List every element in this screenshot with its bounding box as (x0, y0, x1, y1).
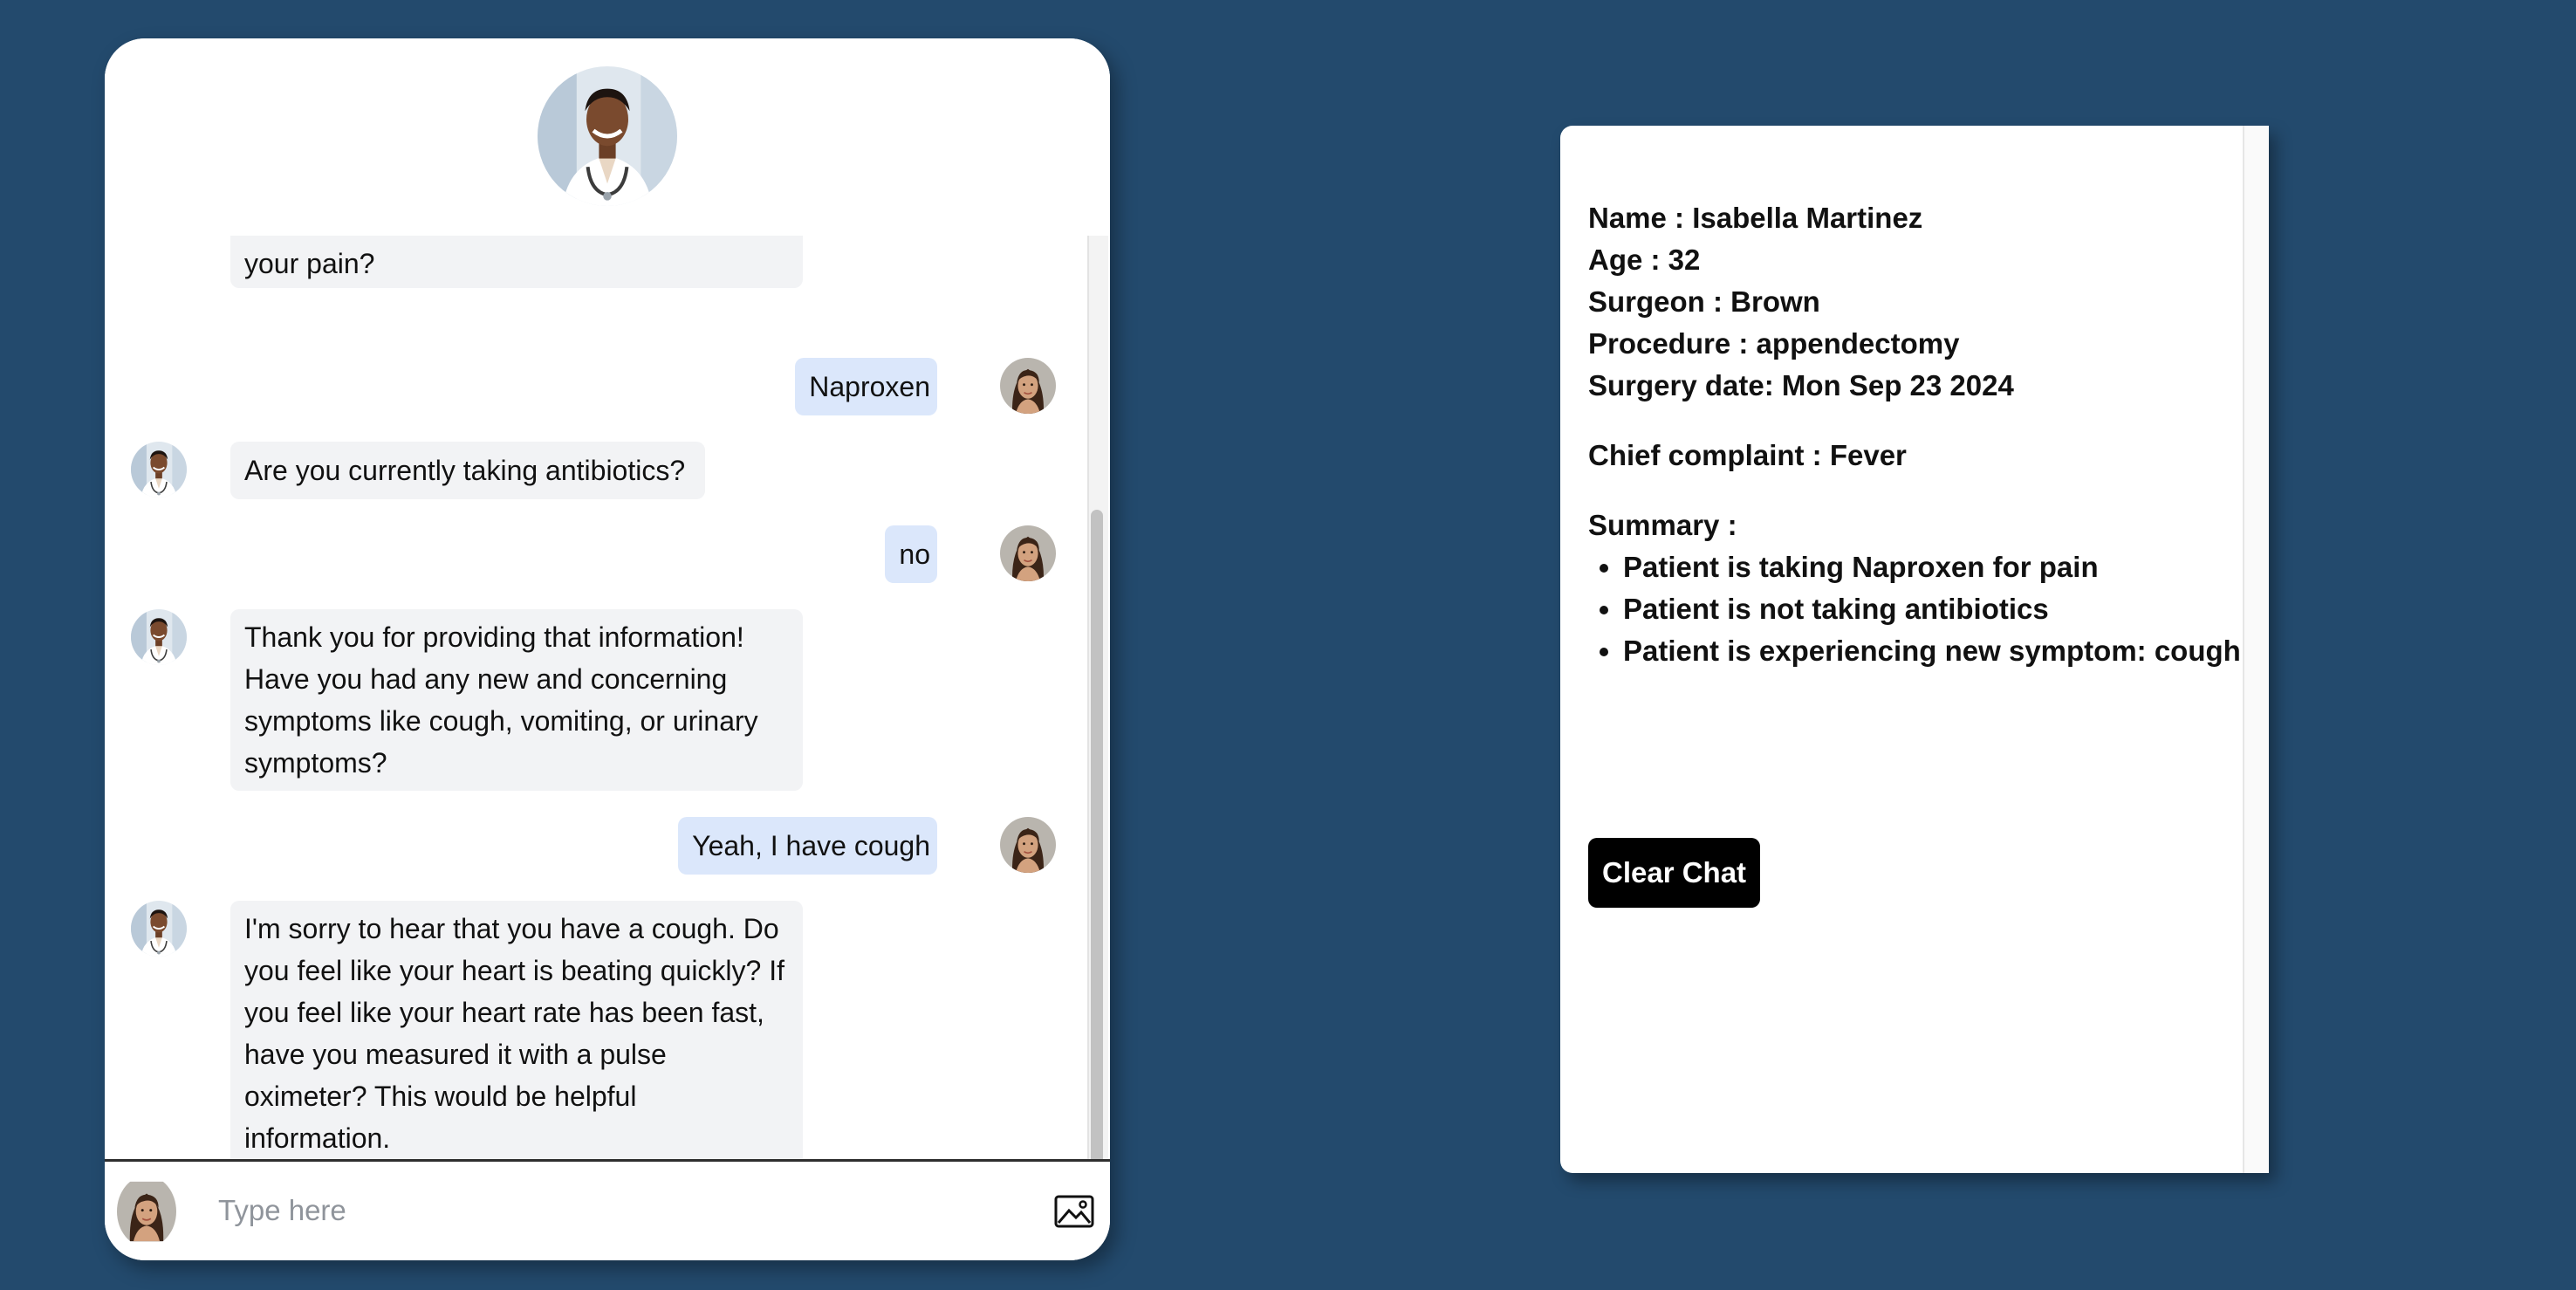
image-upload-icon[interactable] (1054, 1193, 1094, 1230)
patient-details: Name : Isabella Martinez Age : 32 Surgeo… (1588, 197, 2241, 672)
patient-surgery-date: Surgery date: Mon Sep 23 2024 (1588, 369, 2014, 401)
user-message-text: Yeah, I have cough (692, 830, 930, 861)
patient-info-panel: Name : Isabella Martinez Age : 32 Surgeo… (1560, 126, 2269, 1173)
summary-label: Summary : (1588, 509, 1737, 541)
user-message-text: Naproxen (809, 371, 930, 402)
user-avatar (117, 1176, 176, 1247)
bot-message-text: I'm sorry to hear that you have a cough.… (244, 913, 784, 1154)
user-avatar (1000, 525, 1056, 581)
doctor-avatar-large (538, 66, 677, 206)
panel-scroll-rail (2243, 126, 2269, 1173)
user-message: Yeah, I have cough (678, 817, 937, 875)
user-message: no (885, 525, 937, 583)
summary-item: Patient is not taking antibiotics (1623, 588, 2241, 630)
chat-panel: your pain? Naproxen Are you currently ta… (105, 38, 1110, 1260)
scrollbar-thumb[interactable] (1091, 510, 1103, 1175)
bot-message-text: Are you currently taking antibiotics? (244, 455, 686, 486)
chat-header (105, 38, 1110, 236)
bot-message-text: your pain? (244, 248, 375, 279)
bot-message: I'm sorry to hear that you have a cough.… (230, 901, 803, 1168)
patient-surgeon: Surgeon : Brown (1588, 285, 1820, 318)
user-message: Naproxen (795, 358, 937, 415)
bot-message-text: Thank you for providing that information… (244, 621, 758, 779)
doctor-avatar (131, 901, 187, 957)
bot-message: Thank you for providing that information… (230, 609, 803, 791)
bot-message: your pain? (230, 236, 803, 288)
message-input[interactable] (216, 1181, 1005, 1240)
bot-message: Are you currently taking antibiotics? (230, 442, 705, 499)
clear-chat-button[interactable]: Clear Chat (1588, 838, 1761, 908)
summary-item: Patient is experiencing new symptom: cou… (1623, 630, 2241, 672)
patient-age: Age : 32 (1588, 244, 1701, 276)
summary-item: Patient is taking Naproxen for pain (1623, 546, 2241, 588)
user-avatar (1000, 358, 1056, 414)
user-avatar (1000, 817, 1056, 873)
patient-procedure: Procedure : appendectomy (1588, 327, 1960, 360)
patient-name: Name : Isabella Martinez (1588, 202, 1923, 234)
chief-complaint: Chief complaint : Fever (1588, 439, 1907, 471)
doctor-avatar (131, 609, 187, 665)
summary-list: Patient is taking Naproxen for pain Pati… (1588, 546, 2241, 672)
message-composer (105, 1159, 1110, 1260)
user-message-text: no (899, 539, 930, 570)
message-list[interactable]: your pain? Naproxen Are you currently ta… (105, 236, 1091, 1199)
doctor-avatar (131, 442, 187, 497)
